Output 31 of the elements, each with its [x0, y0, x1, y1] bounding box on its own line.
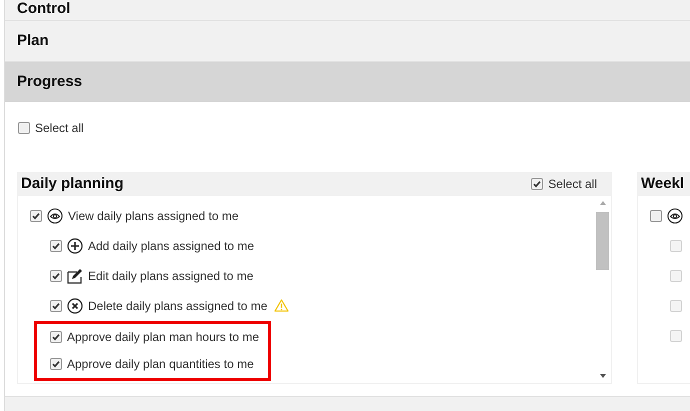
edit-icon [67, 268, 83, 284]
scroll-up-icon[interactable] [598, 200, 606, 206]
panel-title: Daily planning [21, 175, 124, 192]
scroll-down-icon[interactable] [598, 372, 606, 379]
permission-label: Add daily plans assigned to me [88, 238, 254, 253]
checkbox-label: Select all [548, 176, 597, 191]
checkbox[interactable] [50, 300, 62, 312]
checkbox[interactable] [50, 358, 62, 370]
checkbox-label: Select all [35, 121, 84, 135]
permission-label: View daily plans assigned to me [68, 208, 239, 223]
delete-circle-icon [67, 298, 83, 314]
eye-icon [667, 208, 683, 224]
plus-circle-icon [67, 238, 83, 254]
checkbox[interactable] [50, 270, 62, 282]
scrollbar-thumb[interactable] [596, 212, 609, 270]
checkbox[interactable] [650, 210, 662, 222]
panel-title: Weekl [641, 175, 684, 192]
permission-label: Delete daily plans assigned to me [88, 298, 268, 313]
permission-label: Approve daily plan man hours to me [67, 330, 260, 344]
checkbox[interactable] [531, 178, 544, 190]
eye-icon [47, 208, 63, 224]
checkbox[interactable] [30, 210, 42, 222]
checkbox[interactable] [50, 240, 62, 252]
accordion-header[interactable]: Plan [5, 21, 690, 62]
permission-label: Edit daily plans assigned to me [88, 268, 254, 283]
permission-label: Approve daily plan quantities to me [67, 357, 254, 372]
accordion-header[interactable]: Progress [5, 62, 690, 102]
checkbox[interactable] [18, 122, 30, 134]
warning-icon [274, 299, 290, 312]
accordion-header[interactable]: Control [5, 0, 690, 21]
checkbox[interactable] [50, 331, 62, 344]
